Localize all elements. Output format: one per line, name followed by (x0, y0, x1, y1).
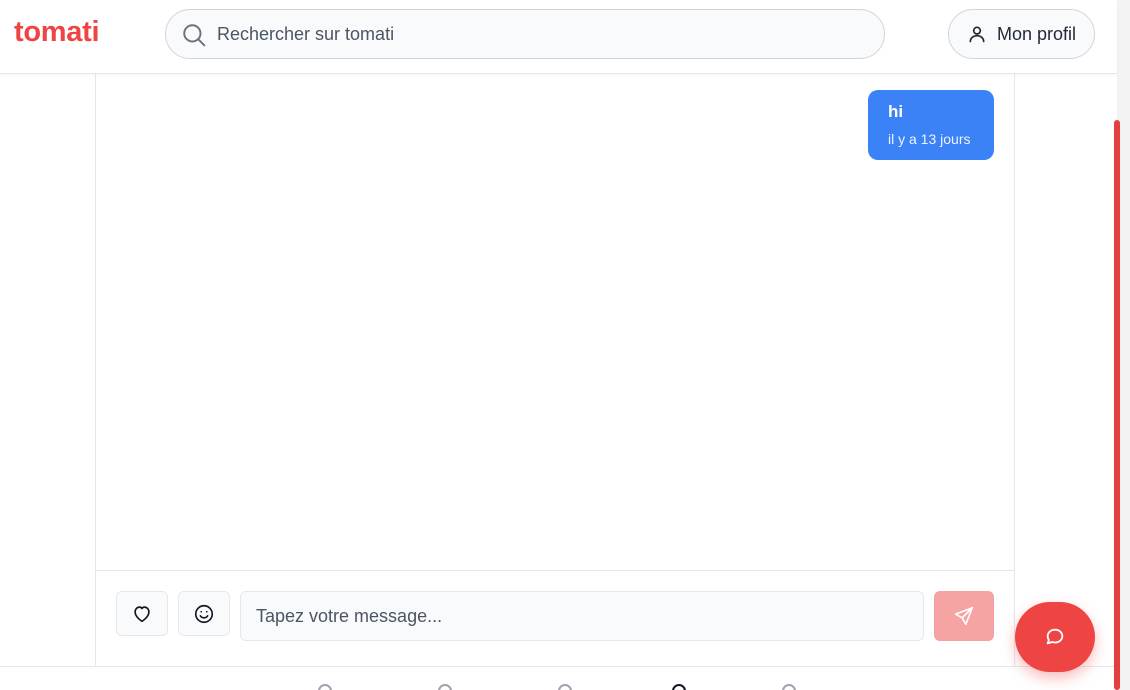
message-time: il y a 13 jours (888, 131, 971, 147)
message-composer (96, 570, 1014, 667)
send-icon (954, 606, 974, 626)
message-input[interactable] (240, 591, 924, 641)
messages-icon[interactable] (672, 684, 686, 690)
message-bubble[interactable]: hi il y a 13 jours (868, 90, 994, 160)
bottom-navigation (0, 666, 1117, 690)
chat-panel: hi il y a 13 jours (95, 74, 1015, 667)
chat-bubble-icon (1046, 628, 1064, 645)
smile-icon (194, 604, 214, 623)
heart-icon (134, 605, 150, 622)
search-icon (183, 24, 206, 47)
send-button[interactable] (934, 591, 994, 641)
search-bar[interactable] (165, 9, 885, 59)
profile-nav-icon[interactable] (782, 684, 796, 690)
logo[interactable]: tomati (14, 16, 100, 49)
search-input[interactable] (217, 10, 867, 58)
chat-fab-button[interactable] (1015, 602, 1095, 672)
add-icon[interactable] (558, 684, 572, 690)
scrollbar-thumb[interactable] (1114, 120, 1120, 690)
profile-label: Mon profil (996, 23, 1077, 44)
profile-button[interactable]: Mon profil (948, 9, 1095, 59)
user-icon (969, 26, 985, 43)
like-button[interactable] (116, 591, 168, 636)
emoji-button[interactable] (178, 591, 230, 636)
home-icon[interactable] (318, 684, 332, 690)
top-header: tomati Mon profil (0, 0, 1117, 74)
explore-icon[interactable] (438, 684, 452, 690)
message-text: hi (888, 102, 904, 121)
